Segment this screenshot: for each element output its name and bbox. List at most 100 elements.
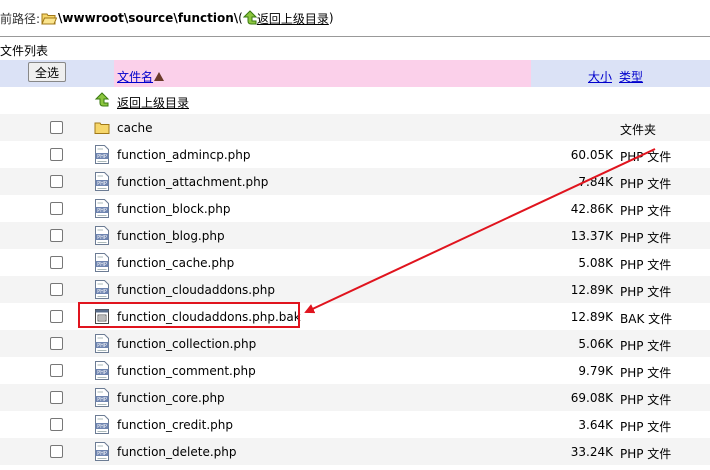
name-header-label: 文件名	[117, 70, 154, 84]
file-name[interactable]: function_collection.php	[117, 337, 256, 351]
table-row: PHP function_attachment.php 7.84K PHP 文件	[0, 168, 710, 195]
current-path: \wwwroot\source\function\	[58, 11, 239, 25]
list-title: 文件列表	[0, 44, 49, 58]
divider	[0, 36, 710, 37]
row-checkbox[interactable]	[50, 148, 63, 161]
file-type: PHP 文件	[620, 177, 672, 191]
table-row: PHP function_blog.php 13.37K PHP 文件	[0, 222, 710, 249]
up-row: 返回上级目录	[0, 87, 710, 114]
file-name[interactable]: function_block.php	[117, 202, 231, 216]
svg-text:PHP: PHP	[97, 262, 107, 268]
path-up-link[interactable]: 返回上级目录	[257, 10, 329, 27]
row-checkbox[interactable]	[50, 445, 63, 458]
file-type: PHP 文件	[620, 393, 672, 407]
php-file-icon: PHP	[94, 253, 110, 272]
file-size: 13.37K	[570, 229, 613, 243]
row-checkbox[interactable]	[50, 202, 63, 215]
file-name[interactable]: function_comment.php	[117, 364, 256, 378]
row-checkbox[interactable]	[50, 229, 63, 242]
table-row: PHP function_credit.php 3.64K PHP 文件	[0, 411, 710, 438]
svg-text:PHP: PHP	[97, 289, 107, 295]
folder-open-icon	[41, 12, 58, 25]
sort-by-type-link[interactable]: 类型	[619, 68, 643, 85]
folder-icon	[94, 118, 110, 137]
header-size-cell: 大小	[531, 60, 616, 87]
file-type: 文件夹	[620, 123, 657, 137]
svg-text:PHP: PHP	[97, 181, 107, 187]
svg-text:PHP: PHP	[97, 343, 107, 349]
file-size: 33.24K	[570, 445, 613, 459]
file-size: 5.08K	[578, 256, 613, 270]
file-name[interactable]: function_admincp.php	[117, 148, 251, 162]
file-size: 5.06K	[578, 337, 613, 351]
file-type: PHP 文件	[620, 447, 672, 461]
sort-by-name-link[interactable]: 文件名	[117, 68, 165, 85]
file-name[interactable]: function_cloudaddons.php	[117, 283, 275, 297]
file-size: 69.08K	[570, 391, 613, 405]
table-row: PHP function_admincp.php 60.05K PHP 文件	[0, 141, 710, 168]
file-size: 9.79K	[578, 364, 613, 378]
svg-text:PHP: PHP	[97, 154, 107, 160]
file-name[interactable]: function_delete.php	[117, 445, 236, 459]
paren-close: )	[328, 11, 334, 25]
row-checkbox[interactable]	[50, 121, 63, 134]
table-row: PHP function_core.php 69.08K PHP 文件	[0, 384, 710, 411]
table-row: cache 文件夹	[0, 114, 710, 141]
file-type: PHP 文件	[620, 231, 672, 245]
up-arrow-icon	[94, 91, 110, 110]
row-checkbox[interactable]	[50, 283, 63, 296]
file-size: 7.84K	[578, 175, 613, 189]
table-row: PHP function_collection.php 5.06K PHP 文件	[0, 330, 710, 357]
row-checkbox[interactable]	[50, 310, 63, 323]
row-checkbox[interactable]	[50, 256, 63, 269]
file-size: 12.89K	[570, 283, 613, 297]
table-row: PHP function_block.php 42.86K PHP 文件	[0, 195, 710, 222]
file-type: PHP 文件	[620, 204, 672, 218]
row-checkbox[interactable]	[50, 391, 63, 404]
file-type: PHP 文件	[620, 366, 672, 380]
php-file-icon: PHP	[94, 442, 110, 461]
row-checkbox[interactable]	[50, 175, 63, 188]
sort-by-size-link[interactable]: 大小	[588, 68, 612, 85]
php-file-icon: PHP	[94, 334, 110, 353]
svg-text:PHP: PHP	[97, 451, 107, 457]
file-type: PHP 文件	[620, 258, 672, 272]
table-header: 全选 文件名 大小 类型	[0, 60, 710, 87]
file-name[interactable]: function_credit.php	[117, 418, 233, 432]
path-label: 前路径:	[0, 11, 41, 26]
row-checkbox[interactable]	[50, 337, 63, 350]
php-file-icon: PHP	[94, 280, 110, 299]
file-size: 42.86K	[570, 202, 613, 216]
file-name[interactable]: function_cache.php	[117, 256, 234, 270]
svg-text:PHP: PHP	[97, 235, 107, 241]
table-row: PHP function_delete.php 33.24K PHP 文件	[0, 438, 710, 465]
php-file-icon: PHP	[94, 172, 110, 191]
php-file-icon: PHP	[94, 388, 110, 407]
file-type: PHP 文件	[620, 150, 672, 164]
row-checkbox[interactable]	[50, 418, 63, 431]
file-name[interactable]: cache	[117, 121, 153, 135]
file-size: 60.05K	[570, 148, 613, 162]
table-row: PHP function_cloudaddons.php 12.89K PHP 文件	[0, 276, 710, 303]
up-dir-link[interactable]: 返回上级目录	[117, 94, 189, 111]
svg-text:PHP: PHP	[97, 208, 107, 214]
file-name[interactable]: function_blog.php	[117, 229, 225, 243]
up-arrow-icon	[242, 10, 258, 26]
file-name[interactable]: function_core.php	[117, 391, 225, 405]
file-type: PHP 文件	[620, 420, 672, 434]
file-size: 12.89K	[570, 310, 613, 324]
file-type: PHP 文件	[620, 339, 672, 353]
table-row: PHP function_comment.php 9.79K PHP 文件	[0, 357, 710, 384]
file-size: 3.64K	[578, 418, 613, 432]
svg-text:PHP: PHP	[97, 370, 107, 376]
header-name-cell: 文件名	[114, 60, 531, 87]
select-all-button[interactable]: 全选	[28, 62, 66, 82]
file-type: BAK 文件	[620, 312, 673, 326]
sort-up-icon	[154, 72, 165, 81]
row-checkbox[interactable]	[50, 364, 63, 377]
svg-text:PHP: PHP	[97, 424, 107, 430]
file-name[interactable]: function_attachment.php	[117, 175, 268, 189]
table-row: PHP function_cache.php 5.08K PHP 文件	[0, 249, 710, 276]
header-type-cell: 类型	[616, 60, 710, 87]
header-select-cell: 全选	[0, 60, 114, 87]
